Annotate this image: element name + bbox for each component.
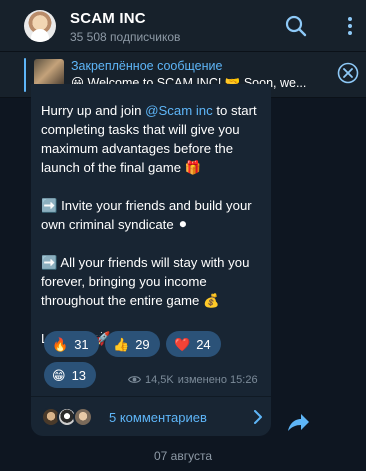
- date-divider: 07 августа: [153, 449, 212, 463]
- text-span: Hurry up and join: [41, 103, 146, 118]
- search-icon[interactable]: [284, 14, 308, 38]
- channel-title[interactable]: SCAM INC: [70, 10, 146, 27]
- commenter-avatar: [73, 407, 93, 427]
- reaction-thumbs-up[interactable]: 👍 29: [105, 331, 160, 357]
- post-meta: 14,5K изменено 15:26: [128, 373, 258, 386]
- channel-mention-link[interactable]: @Scam inc: [145, 103, 213, 118]
- thumbs-up-icon: 👍: [113, 336, 130, 352]
- reaction-count: 29: [135, 336, 150, 352]
- reaction-count: 24: [196, 336, 211, 352]
- chevron-right-icon[interactable]: [253, 410, 263, 424]
- close-circle-icon[interactable]: [337, 62, 359, 84]
- paragraph-2: ➡️ Invite your friends and build your ow…: [41, 198, 252, 232]
- pinned-title: Закреплённое сообщение: [71, 59, 223, 73]
- more-vertical-icon[interactable]: [338, 14, 362, 38]
- comments-label: 5 комментариев: [109, 410, 207, 425]
- reaction-count: 31: [74, 336, 89, 352]
- reaction-heart[interactable]: ❤️ 24: [166, 331, 221, 357]
- edited-time: изменено 15:26: [177, 373, 258, 386]
- paragraph-1: Hurry up and join @Scam inc to start com…: [41, 101, 263, 177]
- fire-icon: 🔥: [52, 336, 69, 352]
- eye-icon: [128, 376, 141, 383]
- channel-header: SCAM INC 35 508 подписчиков: [0, 0, 366, 52]
- reaction-fire[interactable]: 🔥 31: [44, 331, 99, 357]
- paragraph-3: ➡️ All your friends will stay with you f…: [41, 255, 250, 308]
- pinned-indicator: [24, 58, 26, 92]
- telegram-channel-view: SCAM INC 35 508 подписчиков Закреплённое…: [0, 0, 366, 471]
- post-text: Hurry up and join @Scam inc to start com…: [41, 101, 263, 367]
- subscriber-count: 35 508 подписчиков: [70, 30, 181, 44]
- share-icon[interactable]: [284, 409, 312, 437]
- view-count: 14,5K: [145, 373, 174, 386]
- heart-icon: ❤️: [174, 336, 191, 352]
- channel-avatar[interactable]: [24, 10, 56, 42]
- reaction-grin[interactable]: 😁 13: [44, 362, 97, 388]
- reaction-count: 13: [71, 367, 87, 383]
- comments-button[interactable]: 5 комментариев: [31, 396, 271, 436]
- grin-icon: 😁: [52, 367, 66, 383]
